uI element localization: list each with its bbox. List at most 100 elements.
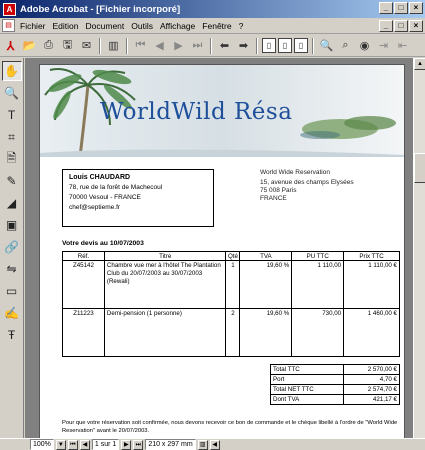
toolbar-separator — [99, 37, 101, 54]
close-button[interactable]: × — [409, 2, 423, 14]
agency-address-line1: 15, avenue des champs Elysées — [260, 179, 354, 186]
status-bar: 100% ▼ ⏮ ◀ 1 sur 1 ▶ ⏭ 210 x 297 mm ▥ ◀ — [0, 438, 425, 450]
column-header: Qté — [225, 251, 241, 261]
total-value: 2 570,00 € — [343, 364, 400, 375]
agency-country: FRANCE — [260, 195, 287, 202]
doc-minimize-button[interactable]: _ — [379, 20, 393, 32]
horizontal-scroll-left-icon[interactable]: ◀ — [209, 439, 220, 450]
confirmation-note: Pour que votre réservation soit confirmé… — [62, 420, 398, 434]
go-back-icon[interactable]: ⬅ — [216, 37, 233, 54]
cell-prix: 1 110,00 € — [343, 260, 400, 309]
page-size-field: 210 x 297 mm — [145, 439, 196, 450]
company-logo: WorldWild Résa — [100, 99, 292, 125]
cell-pu: 730,00 — [291, 308, 345, 357]
fit-width-icon[interactable]: ▯ — [294, 38, 308, 53]
touchup-text-tool-icon[interactable]: Ŧ — [2, 325, 22, 345]
zoom-level-field[interactable]: 100% — [30, 439, 54, 450]
cell-pu: 1 110,00 — [291, 260, 345, 309]
document-viewport[interactable]: WorldWild Résa Louis CHAUDARD 78, rue de… — [25, 58, 413, 438]
search-icon[interactable]: ⌕ — [337, 37, 354, 54]
go-forward-icon[interactable]: ➡ — [235, 37, 252, 54]
pencil-tool-icon[interactable]: ✎ — [2, 171, 22, 191]
movie-tool-icon[interactable]: ▭ — [2, 281, 22, 301]
total-label: Dont TVA — [269, 394, 345, 405]
document-window-controls: _ □ × — [379, 20, 423, 32]
doc-restore-button[interactable]: □ — [394, 20, 408, 32]
hand-tool-icon[interactable]: ✋ — [1, 61, 22, 81]
print-icon[interactable]: ⎙ — [40, 37, 57, 54]
save-icon[interactable]: 🖫 — [59, 37, 76, 54]
menu-edition[interactable]: Edition — [53, 21, 79, 31]
digital-signature-tool-icon[interactable]: ✍ — [2, 303, 22, 323]
text-select-tool-icon[interactable]: T — [2, 105, 22, 125]
next-page-icon[interactable]: ▶ — [170, 37, 187, 54]
show-hide-navigation-icon[interactable]: ▥ — [105, 37, 122, 54]
scroll-up-icon[interactable]: ▲ — [414, 58, 425, 70]
total-value: 4,70 € — [343, 374, 400, 385]
menu-help[interactable]: ? — [239, 21, 244, 31]
total-label: Port — [269, 374, 345, 385]
doc-close-button[interactable]: × — [409, 20, 423, 32]
totals-row: Total NET TTC 2 574,70 € — [269, 384, 400, 395]
cell-tva: 19,60 % — [239, 308, 293, 357]
table-row: Z11223 Demi-pension (1 personne) 2 19,60… — [62, 308, 400, 357]
first-page-icon[interactable]: ⏮ — [132, 37, 149, 54]
highlight-tool-icon[interactable]: ◢ — [2, 193, 22, 213]
fit-page-icon[interactable]: ▯ — [278, 38, 292, 53]
status-next-page-icon[interactable]: ▶ — [121, 439, 132, 450]
menu-outils[interactable]: Outils — [131, 21, 153, 31]
logo-worldwild: WorldWild — [100, 99, 234, 125]
open-icon[interactable]: 📂 — [21, 37, 38, 54]
article-tool-icon[interactable]: ⇋ — [2, 259, 22, 279]
toolbar-separator — [312, 37, 314, 54]
status-last-page-icon[interactable]: ⏭ — [133, 439, 144, 450]
page-layout-icon[interactable]: ▥ — [197, 439, 208, 450]
email-icon[interactable]: ✉ — [78, 37, 95, 54]
status-prev-page-icon[interactable]: ◀ — [79, 439, 90, 450]
cell-prix: 1 460,00 € — [343, 308, 400, 357]
logo-resa: Résa — [233, 99, 293, 125]
status-first-page-icon[interactable]: ⏮ — [67, 439, 78, 450]
totals-row: Total TTC 2 570,00 € — [269, 364, 400, 375]
total-label: Total NET TTC — [269, 384, 345, 395]
scrollbar-thumb[interactable] — [414, 153, 425, 183]
minimize-button[interactable]: _ — [379, 2, 393, 14]
column-header: TVA — [239, 251, 293, 261]
totals-table: Total TTC 2 570,00 € Port 4,70 € Total N… — [269, 364, 400, 405]
actual-size-icon[interactable]: ▯ — [262, 38, 276, 53]
find-icon[interactable]: 🔍 — [318, 37, 335, 54]
menu-fenetre[interactable]: Fenêtre — [202, 21, 231, 31]
page-number-field[interactable]: 1 sur 1 — [91, 439, 120, 450]
window-controls: _ □ × — [379, 2, 423, 14]
form-tool-icon[interactable]: ▣ — [2, 215, 22, 235]
toolbar-separator — [126, 37, 128, 54]
quote-table: Réf. Titre Qté TVA PU TTC Prix TTC Z4514… — [62, 251, 400, 357]
cell-ref: Z11223 — [62, 308, 105, 357]
table-header-row: Réf. Titre Qté TVA PU TTC Prix TTC — [62, 251, 400, 261]
link-tool-icon[interactable]: 🔗 — [2, 237, 22, 257]
note-tool-icon[interactable]: 🗎 — [2, 149, 22, 169]
document-icon[interactable]: ▤ — [2, 19, 15, 32]
acrobat-app-icon: A — [3, 2, 16, 16]
menu-affichage[interactable]: Affichage — [160, 21, 195, 31]
client-address-line2: 70000 Vesoul - FRANCE — [69, 194, 141, 201]
vertical-scrollbar[interactable]: ▲ — [413, 58, 425, 438]
last-page-icon[interactable]: ⏭ — [189, 37, 206, 54]
column-header: PU TTC — [291, 251, 345, 261]
menubar: ▤ Fichier Edition Document Outils Affich… — [0, 18, 425, 34]
column-header: Prix TTC — [343, 251, 400, 261]
acrobat-icon[interactable]: ⅄ — [2, 37, 19, 54]
zoom-dropdown-icon[interactable]: ▼ — [55, 439, 66, 450]
window-title: Adobe Acrobat - [Fichier incorporé] — [20, 3, 181, 15]
client-address-box: Louis CHAUDARD 78, rue de la forêt de Ma… — [62, 169, 214, 227]
client-address-line1: 78, rue de la forêt de Machecoul — [69, 184, 163, 191]
previous-highlight-icon[interactable]: ⇤ — [394, 37, 411, 54]
menu-document[interactable]: Document — [86, 21, 125, 31]
previous-page-icon[interactable]: ◀ — [151, 37, 168, 54]
menu-fichier[interactable]: Fichier — [20, 21, 46, 31]
crop-tool-icon[interactable]: ⌗ — [2, 127, 22, 147]
web-search-icon[interactable]: ◉ — [356, 37, 373, 54]
zoom-tool-icon[interactable]: 🔍 — [2, 83, 22, 103]
next-highlight-icon[interactable]: ⇥ — [375, 37, 392, 54]
maximize-button[interactable]: □ — [394, 2, 408, 14]
